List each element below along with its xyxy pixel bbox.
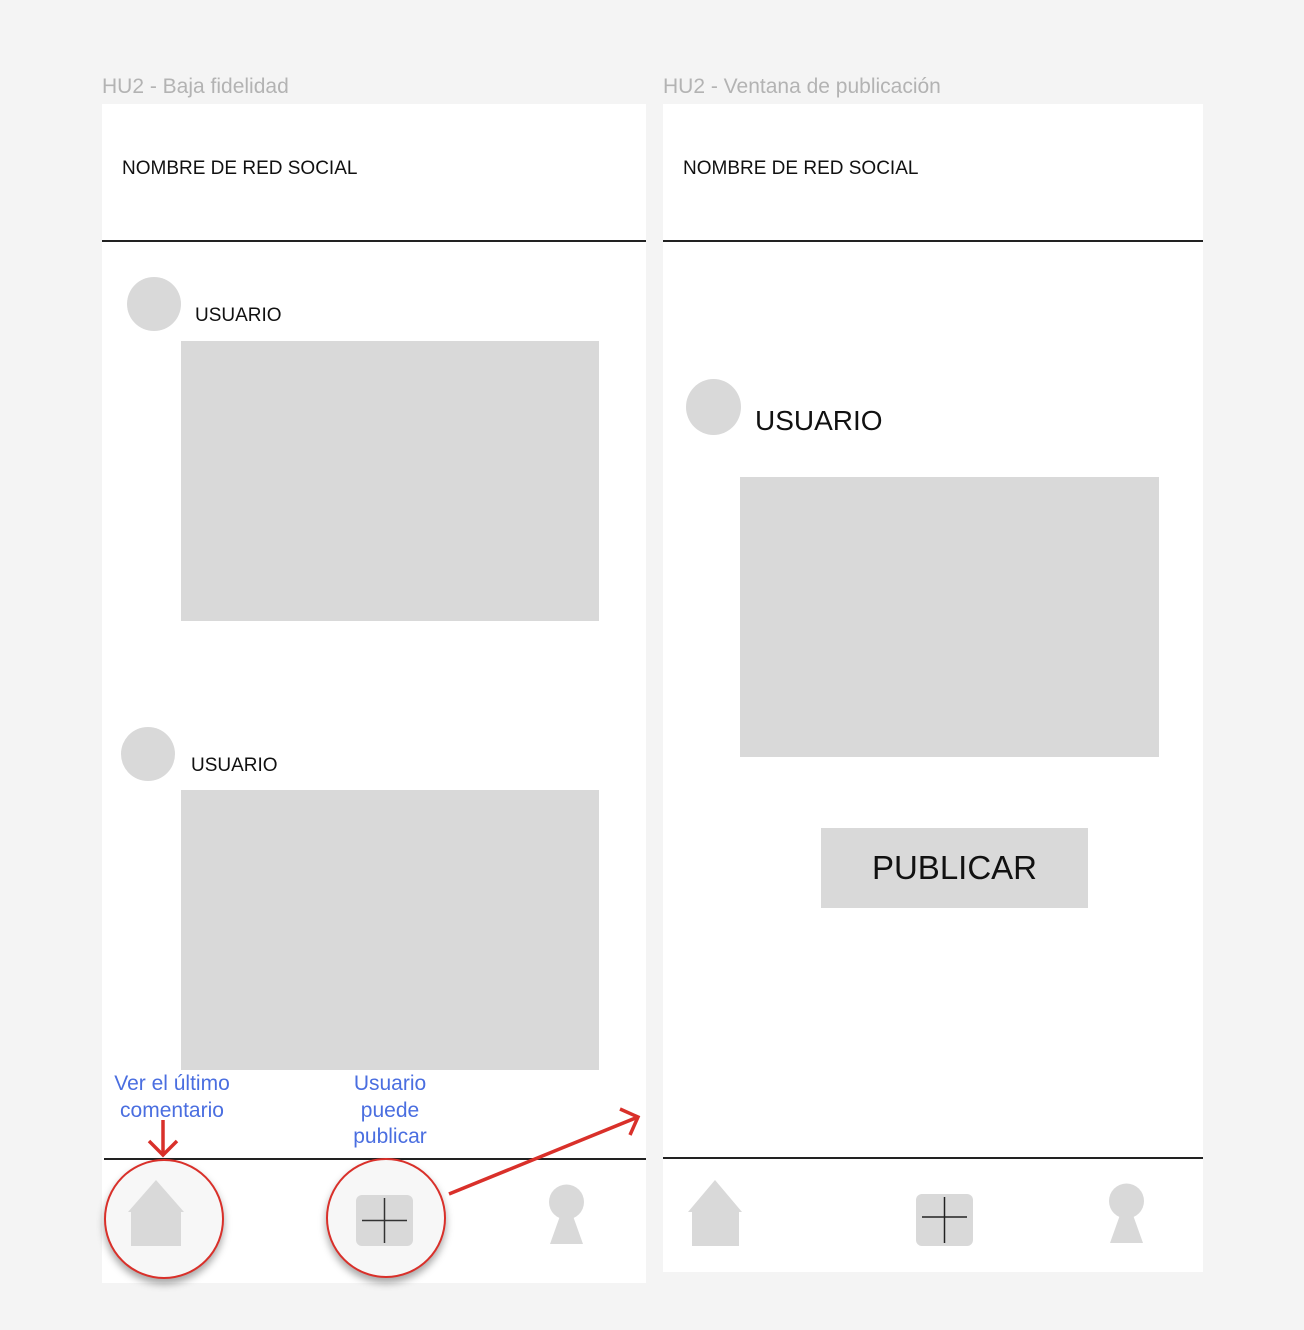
profile-icon[interactable] [1108, 1183, 1145, 1244]
home-icon[interactable] [128, 1180, 184, 1246]
profile-icon[interactable] [548, 1184, 585, 1245]
post-username[interactable]: USUARIO [755, 405, 883, 437]
app-name: NOMBRE DE RED SOCIAL [683, 158, 919, 179]
arrow-right-icon [448, 1107, 641, 1196]
nav-divider [663, 1157, 1203, 1159]
add-icon[interactable] [356, 1195, 413, 1246]
arrow-down-icon [147, 1120, 179, 1158]
header-divider [663, 240, 1203, 242]
publish-button[interactable]: PUBLICAR [821, 828, 1088, 908]
home-icon[interactable] [688, 1180, 742, 1246]
add-icon[interactable] [916, 1194, 973, 1246]
post-image[interactable] [740, 477, 1159, 757]
avatar[interactable] [686, 379, 741, 435]
